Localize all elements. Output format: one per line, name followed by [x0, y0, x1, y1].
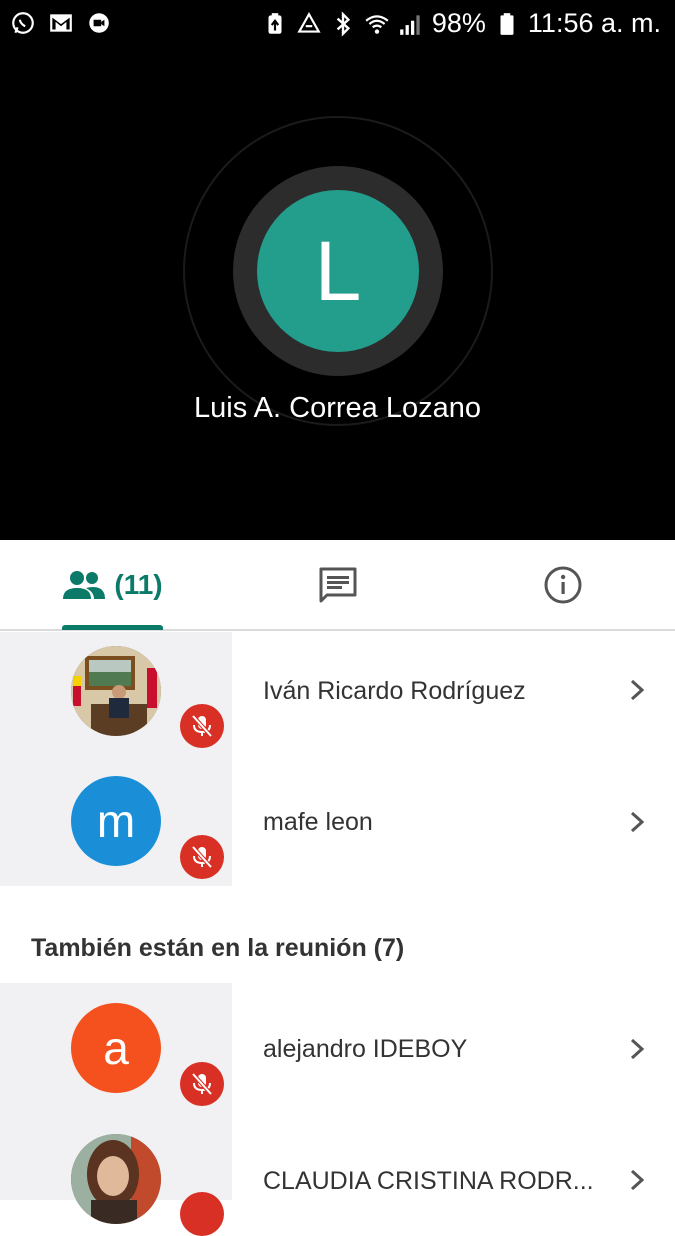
participant-name: alejandro IDEBOY: [263, 1035, 468, 1063]
bluetooth-icon: [336, 10, 351, 37]
battery-icon: [500, 12, 514, 35]
chevron-right-icon[interactable]: [626, 1169, 648, 1191]
gmail-icon: [50, 14, 72, 32]
speaker-avatar: L: [257, 190, 419, 352]
battery-saver-icon: [268, 12, 282, 34]
section-header: También están en la reunión (7): [31, 934, 405, 962]
photo-avatar: [71, 1134, 161, 1224]
participant-name: CLAUDIA CRISTINA RODR...: [263, 1167, 594, 1195]
chevron-right-icon[interactable]: [626, 1038, 648, 1060]
photo-avatar: [71, 646, 161, 736]
avatar: [71, 646, 161, 736]
whatsapp-icon: [12, 12, 34, 34]
mic-off-icon: [180, 704, 224, 748]
recycle-icon: [297, 11, 321, 33]
status-bar: 98% 11:56 a. m.: [0, 0, 675, 48]
mic-off-icon: [180, 1192, 224, 1236]
participant-name: mafe leon: [263, 808, 373, 836]
participant-row[interactable]: CLAUDIA CRISTINA RODR...: [0, 1113, 675, 1236]
tab-info[interactable]: [450, 540, 675, 629]
participant-row[interactable]: Iván Ricardo Rodríguez: [0, 632, 675, 755]
participant-row[interactable]: m mafe leon: [0, 755, 675, 886]
avatar: m: [71, 776, 161, 866]
duo-icon: [89, 13, 109, 36]
tab-people[interactable]: (11): [0, 540, 225, 629]
avatar: [71, 1134, 161, 1224]
chevron-right-icon[interactable]: [626, 811, 648, 833]
speaker-name: Luis A. Correa Lozano: [194, 392, 481, 424]
tab-bar: (11): [0, 540, 675, 631]
tab-indicator: [62, 625, 163, 630]
people-icon: [63, 570, 106, 599]
chevron-right-icon[interactable]: [626, 679, 648, 701]
avatar: a: [71, 1003, 161, 1093]
wifi-icon: [365, 14, 389, 34]
chat-icon: [319, 567, 356, 602]
video-stage: 98% 11:56 a. m. L Luis A. Correa Lozano: [0, 0, 675, 540]
tab-chat[interactable]: [225, 540, 450, 629]
mic-off-icon: [180, 835, 224, 879]
info-icon: [544, 566, 581, 603]
participant-name: Iván Ricardo Rodríguez: [263, 677, 526, 705]
battery-percent: 98%: [431, 8, 486, 38]
mic-off-icon: [180, 1062, 224, 1106]
clock: 11:56 a. m.: [527, 8, 661, 38]
participant-row[interactable]: a alejandro IDEBOY: [0, 983, 675, 1113]
participant-count: (11): [114, 568, 163, 600]
signal-icon: [400, 14, 420, 35]
